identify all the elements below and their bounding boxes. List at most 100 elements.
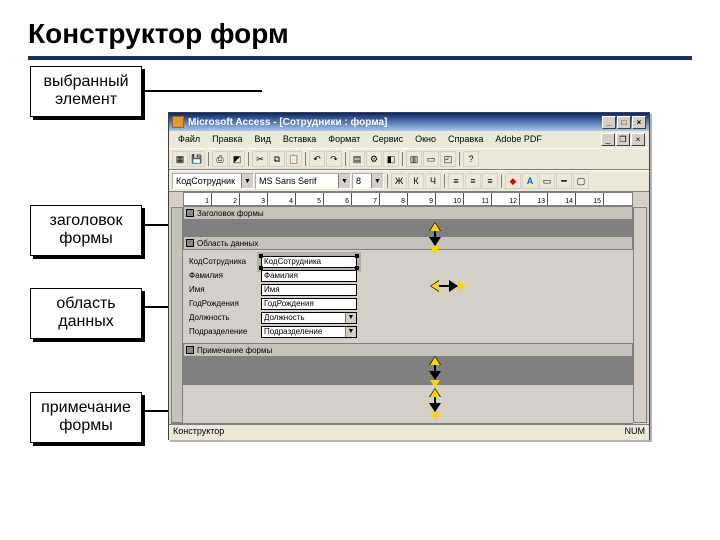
paste-button[interactable]: 📋: [286, 151, 302, 167]
callout-selected-element: выбранный элемент: [30, 66, 142, 117]
save-button[interactable]: 💾: [189, 151, 205, 167]
section-bar-detail[interactable]: Область данных: [183, 236, 633, 250]
print-button[interactable]: ⎙: [212, 151, 228, 167]
form-field-row[interactable]: Должность Должность▼: [189, 311, 437, 324]
help-button[interactable]: ?: [463, 151, 479, 167]
italic-button[interactable]: К: [408, 173, 424, 189]
toolbar-button[interactable]: ◰: [440, 151, 456, 167]
align-left-button[interactable]: ≡: [448, 173, 464, 189]
selection-handle[interactable]: [355, 254, 359, 258]
font-size-selector[interactable]: 8▼: [352, 173, 384, 189]
undo-button[interactable]: ↶: [309, 151, 325, 167]
callout-data-area: область данных: [30, 288, 142, 339]
form-field-row[interactable]: КодСотрудника КодСотрудника: [189, 255, 437, 268]
form-field-row[interactable]: Имя Имя: [189, 283, 437, 296]
menu-edit[interactable]: Правка: [207, 133, 247, 146]
resize-arrow-icon: [429, 356, 441, 388]
field-label[interactable]: Имя: [189, 285, 255, 294]
maximize-button[interactable]: □: [617, 116, 631, 129]
field-control[interactable]: ГодРождения: [261, 298, 357, 310]
field-label[interactable]: КодСотрудника: [189, 257, 255, 266]
horizontal-ruler[interactable]: [183, 192, 633, 206]
ruler-tick: [324, 193, 352, 205]
font-color-button[interactable]: A: [522, 173, 538, 189]
form-field-row[interactable]: Подразделение Подразделение▼: [189, 325, 437, 338]
toolbar-button[interactable]: ◩: [229, 151, 245, 167]
menu-file[interactable]: Файл: [173, 133, 205, 146]
form-field-row[interactable]: Фамилия Фамилия: [189, 269, 437, 282]
special-effect-button[interactable]: ▢: [573, 173, 589, 189]
mdi-restore-button[interactable]: ❐: [616, 133, 630, 146]
chevron-down-icon: ▼: [345, 313, 356, 323]
chevron-down-icon: ▼: [345, 327, 356, 337]
toolbar-button[interactable]: ▦: [172, 151, 188, 167]
field-control[interactable]: Фамилия: [261, 270, 357, 282]
form-detail-area[interactable]: КодСотрудникаКодСотрудникаФамилияФамилия…: [183, 250, 443, 343]
selection-handle[interactable]: [259, 254, 263, 258]
field-label[interactable]: Фамилия: [189, 271, 255, 280]
section-footer-label: Примечание формы: [197, 346, 272, 355]
toolbar-button[interactable]: ▤: [349, 151, 365, 167]
toolbar-button[interactable]: ⚙: [366, 151, 382, 167]
field-label[interactable]: Подразделение: [189, 327, 255, 336]
font-size-value: 8: [356, 176, 361, 186]
field-control[interactable]: Имя: [261, 284, 357, 296]
ruler-tick: [268, 193, 296, 205]
align-right-button[interactable]: ≡: [482, 173, 498, 189]
form-header-area[interactable]: [183, 220, 633, 236]
redo-button[interactable]: ↷: [326, 151, 342, 167]
ruler-tick: [492, 193, 520, 205]
chevron-down-icon: ▼: [241, 174, 253, 188]
ruler-tick: [436, 193, 464, 205]
cut-button[interactable]: ✂: [252, 151, 268, 167]
close-button[interactable]: ×: [632, 116, 646, 129]
pointer-line: [142, 90, 262, 92]
minimize-button[interactable]: _: [602, 116, 616, 129]
toolbar-button[interactable]: ▭: [423, 151, 439, 167]
resize-arrow-icon: [429, 222, 441, 254]
vertical-ruler[interactable]: [171, 207, 183, 423]
field-label[interactable]: ГодРождения: [189, 299, 255, 308]
menubar[interactable]: Файл Правка Вид Вставка Формат Сервис Ок…: [169, 131, 649, 148]
form-field-row[interactable]: ГодРождения ГодРождения: [189, 297, 437, 310]
font-selector[interactable]: MS Sans Serif▼: [255, 173, 351, 189]
underline-button[interactable]: Ч: [425, 173, 441, 189]
resize-arrow-icon: [429, 388, 441, 420]
align-center-button[interactable]: ≡: [465, 173, 481, 189]
menu-tools[interactable]: Сервис: [367, 133, 408, 146]
section-bar-footer[interactable]: Примечание формы: [183, 343, 633, 357]
form-footer-area[interactable]: [183, 357, 633, 385]
toolbar-standard: ▦ 💾 ⎙ ◩ ✂ ⧉ 📋 ↶ ↷ ▤ ⚙ ◧ ▥ ▭ ◰ ?: [169, 148, 649, 170]
callout-form-footer: примечание формы: [30, 392, 142, 443]
toolbar-button[interactable]: ▥: [406, 151, 422, 167]
mdi-close-button[interactable]: ×: [631, 133, 645, 146]
section-detail-label: Область данных: [197, 239, 258, 248]
mdi-minimize-button[interactable]: _: [601, 133, 615, 146]
selected-field-control[interactable]: КодСотрудника: [261, 256, 357, 268]
toolbar-button[interactable]: ◧: [383, 151, 399, 167]
menu-help[interactable]: Справка: [443, 133, 488, 146]
line-width-button[interactable]: ━: [556, 173, 572, 189]
field-control[interactable]: Должность▼: [261, 312, 357, 324]
field-control[interactable]: Подразделение▼: [261, 326, 357, 338]
font-selector-value: MS Sans Serif: [259, 176, 317, 186]
menu-format[interactable]: Формат: [323, 133, 365, 146]
titlebar[interactable]: Microsoft Access - [Сотрудники : форма] …: [169, 113, 649, 131]
copy-button[interactable]: ⧉: [269, 151, 285, 167]
section-selector-icon: [186, 239, 194, 247]
section-bar-header[interactable]: Заголовок формы: [183, 206, 633, 220]
bold-button[interactable]: Ж: [391, 173, 407, 189]
ruler-tick: [408, 193, 436, 205]
menu-view[interactable]: Вид: [250, 133, 276, 146]
resize-arrow-icon: [430, 280, 466, 292]
menu-adobe-pdf[interactable]: Adobe PDF: [490, 133, 547, 146]
object-selector[interactable]: КодСотрудник▼: [172, 173, 254, 189]
menu-insert[interactable]: Вставка: [278, 133, 321, 146]
ruler-tick: [464, 193, 492, 205]
ruler-tick: [184, 193, 212, 205]
vertical-scrollbar[interactable]: [633, 207, 647, 423]
field-label[interactable]: Должность: [189, 313, 255, 322]
fill-color-button[interactable]: ◆: [505, 173, 521, 189]
line-color-button[interactable]: ▭: [539, 173, 555, 189]
menu-window[interactable]: Окно: [410, 133, 441, 146]
